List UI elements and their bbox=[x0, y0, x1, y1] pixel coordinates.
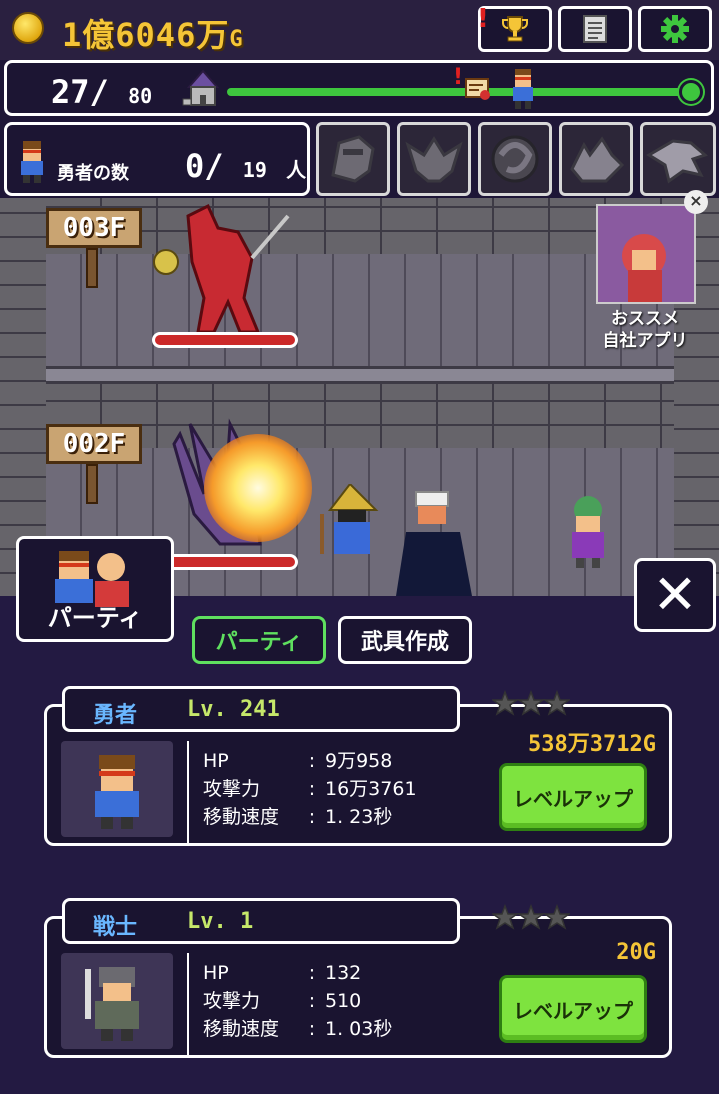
tab-equipment-craft[interactable]: 武具作成 bbox=[338, 616, 472, 664]
total-floors: 80 bbox=[128, 84, 153, 108]
warrior-sprite bbox=[85, 967, 139, 1041]
serpent-icon bbox=[491, 135, 539, 183]
stat-value: 510 bbox=[325, 990, 362, 1012]
settings-button[interactable] bbox=[638, 6, 712, 52]
hero-sprite bbox=[95, 755, 139, 829]
hero-stats: HP:9万958 攻撃力:16万3761 移動速度:1. 23秒 bbox=[203, 747, 417, 831]
alert-icon: ! bbox=[477, 4, 489, 34]
eagle-icon bbox=[646, 139, 708, 184]
unit-level: Lv. 241 bbox=[187, 697, 280, 722]
ad-character-image bbox=[598, 206, 694, 302]
progress-end-marker bbox=[679, 80, 703, 104]
unit-name: 戦士 bbox=[93, 915, 138, 940]
stat-label: 移動速度 bbox=[203, 1018, 280, 1040]
warrior-portrait bbox=[61, 953, 173, 1049]
stat-row-hp: HP:132 bbox=[203, 959, 392, 987]
quest-marker[interactable]: ! bbox=[453, 65, 493, 107]
stat-label: 攻撃力 bbox=[203, 990, 261, 1012]
enemy-hp-bar-003 bbox=[152, 332, 298, 348]
warrior-level-up-button[interactable]: レベルアップ bbox=[499, 975, 647, 1043]
castle-icon bbox=[182, 69, 220, 106]
wolf-icon bbox=[570, 136, 625, 183]
dancer-sprite bbox=[572, 496, 604, 568]
hero-count-value: 0 bbox=[185, 147, 205, 185]
hero-card-header: 勇者 Lv. 241 bbox=[62, 686, 460, 732]
trophy-icon bbox=[502, 16, 528, 42]
floor-progress-panel: 27/ 80 ! bbox=[4, 60, 714, 116]
close-button[interactable]: ✕ bbox=[634, 558, 716, 632]
ad-close-button[interactable]: × bbox=[684, 190, 708, 214]
achievements-button[interactable]: ! bbox=[477, 4, 552, 52]
scroll-icon bbox=[465, 78, 490, 100]
gargoyle-icon bbox=[405, 136, 463, 183]
ad-label-line1: おススメ bbox=[611, 309, 679, 329]
stat-row-speed: 移動速度:1. 03秒 bbox=[203, 1015, 392, 1043]
alert-icon: ! bbox=[453, 65, 464, 90]
gold-amount: 1億6046万G bbox=[62, 10, 244, 56]
unit-name: 勇者 bbox=[93, 703, 138, 728]
red-demon-enemy bbox=[153, 203, 290, 334]
hero-count-slash: / bbox=[204, 147, 224, 185]
boss-slot-5[interactable] bbox=[640, 122, 716, 196]
unit-level: Lv. 1 bbox=[187, 909, 254, 934]
hero-count-total: 19 bbox=[242, 158, 267, 182]
hero-position-icon bbox=[513, 69, 533, 109]
stat-label: HP bbox=[203, 750, 229, 772]
notes-button[interactable] bbox=[558, 6, 632, 52]
floor-sign-003: 003F bbox=[46, 208, 142, 248]
enemy-hp-bar-002 bbox=[164, 554, 298, 570]
hero-portrait bbox=[61, 741, 173, 837]
stat-label: 移動速度 bbox=[203, 806, 280, 828]
hero-count-panel: 勇者の数 0/ 19 人 bbox=[4, 122, 310, 196]
stat-row-speed: 移動速度:1. 23秒 bbox=[203, 803, 417, 831]
warrior-stats: HP:132 攻撃力:510 移動速度:1. 03秒 bbox=[203, 959, 392, 1043]
ad-banner-image[interactable] bbox=[596, 204, 696, 304]
explosion-effect bbox=[204, 434, 312, 542]
floor-slash: / bbox=[89, 73, 109, 111]
stat-value: 9万958 bbox=[325, 750, 393, 772]
hero-count-unit: 人 bbox=[286, 158, 307, 182]
stat-label: HP bbox=[203, 962, 229, 984]
hero-count-label: 勇者の数 bbox=[57, 163, 129, 184]
hero-rank-stars-icon bbox=[492, 690, 570, 716]
warrior-card-header: 戦士 Lv. 1 bbox=[62, 898, 460, 944]
boss-slot-4[interactable] bbox=[559, 122, 633, 196]
hero-upgrade-cost: 538万3712G bbox=[528, 732, 656, 757]
warrior-rank-stars-icon bbox=[492, 904, 570, 930]
cleric-sprite bbox=[396, 491, 472, 596]
boss-slot-2[interactable] bbox=[397, 122, 471, 196]
stat-value: 132 bbox=[325, 962, 362, 984]
stat-row-hp: HP:9万958 bbox=[203, 747, 417, 775]
hero-level-up-button[interactable]: レベルアップ bbox=[499, 763, 647, 831]
party-tab-button[interactable]: パーティ bbox=[16, 536, 174, 642]
armored-knight-icon bbox=[331, 135, 375, 183]
boss-slot-3[interactable] bbox=[478, 122, 552, 196]
document-icon bbox=[583, 15, 607, 43]
current-floor: 27 bbox=[51, 73, 90, 111]
floor-counter: 27/ 80 bbox=[51, 73, 152, 111]
floor-sign-002: 002F bbox=[46, 424, 142, 464]
party-tab-label: パーティ bbox=[47, 604, 143, 632]
hero-icon bbox=[21, 141, 43, 183]
stat-value: 1. 03秒 bbox=[325, 1018, 393, 1040]
stat-row-attack: 攻撃力:510 bbox=[203, 987, 392, 1015]
stat-value: 16万3761 bbox=[325, 778, 417, 800]
coin-icon bbox=[12, 12, 44, 44]
ad-label[interactable]: おススメ 自社アプリ bbox=[580, 308, 710, 352]
gold-unit: G bbox=[229, 27, 244, 52]
boss-slot-1[interactable] bbox=[316, 122, 390, 196]
ad-label-line2: 自社アプリ bbox=[602, 331, 688, 351]
hero-count: 0/ 19 人 bbox=[185, 147, 306, 185]
gold-value: 1億6046万 bbox=[62, 16, 230, 54]
gear-icon bbox=[661, 15, 689, 43]
tab-party[interactable]: パーティ bbox=[192, 616, 326, 664]
stat-value: 1. 23秒 bbox=[325, 806, 393, 828]
stat-label: 攻撃力 bbox=[203, 778, 261, 800]
warrior-upgrade-cost: 20G bbox=[616, 940, 656, 965]
stat-row-attack: 攻撃力:16万3761 bbox=[203, 775, 417, 803]
black-mage-sprite bbox=[320, 484, 379, 554]
